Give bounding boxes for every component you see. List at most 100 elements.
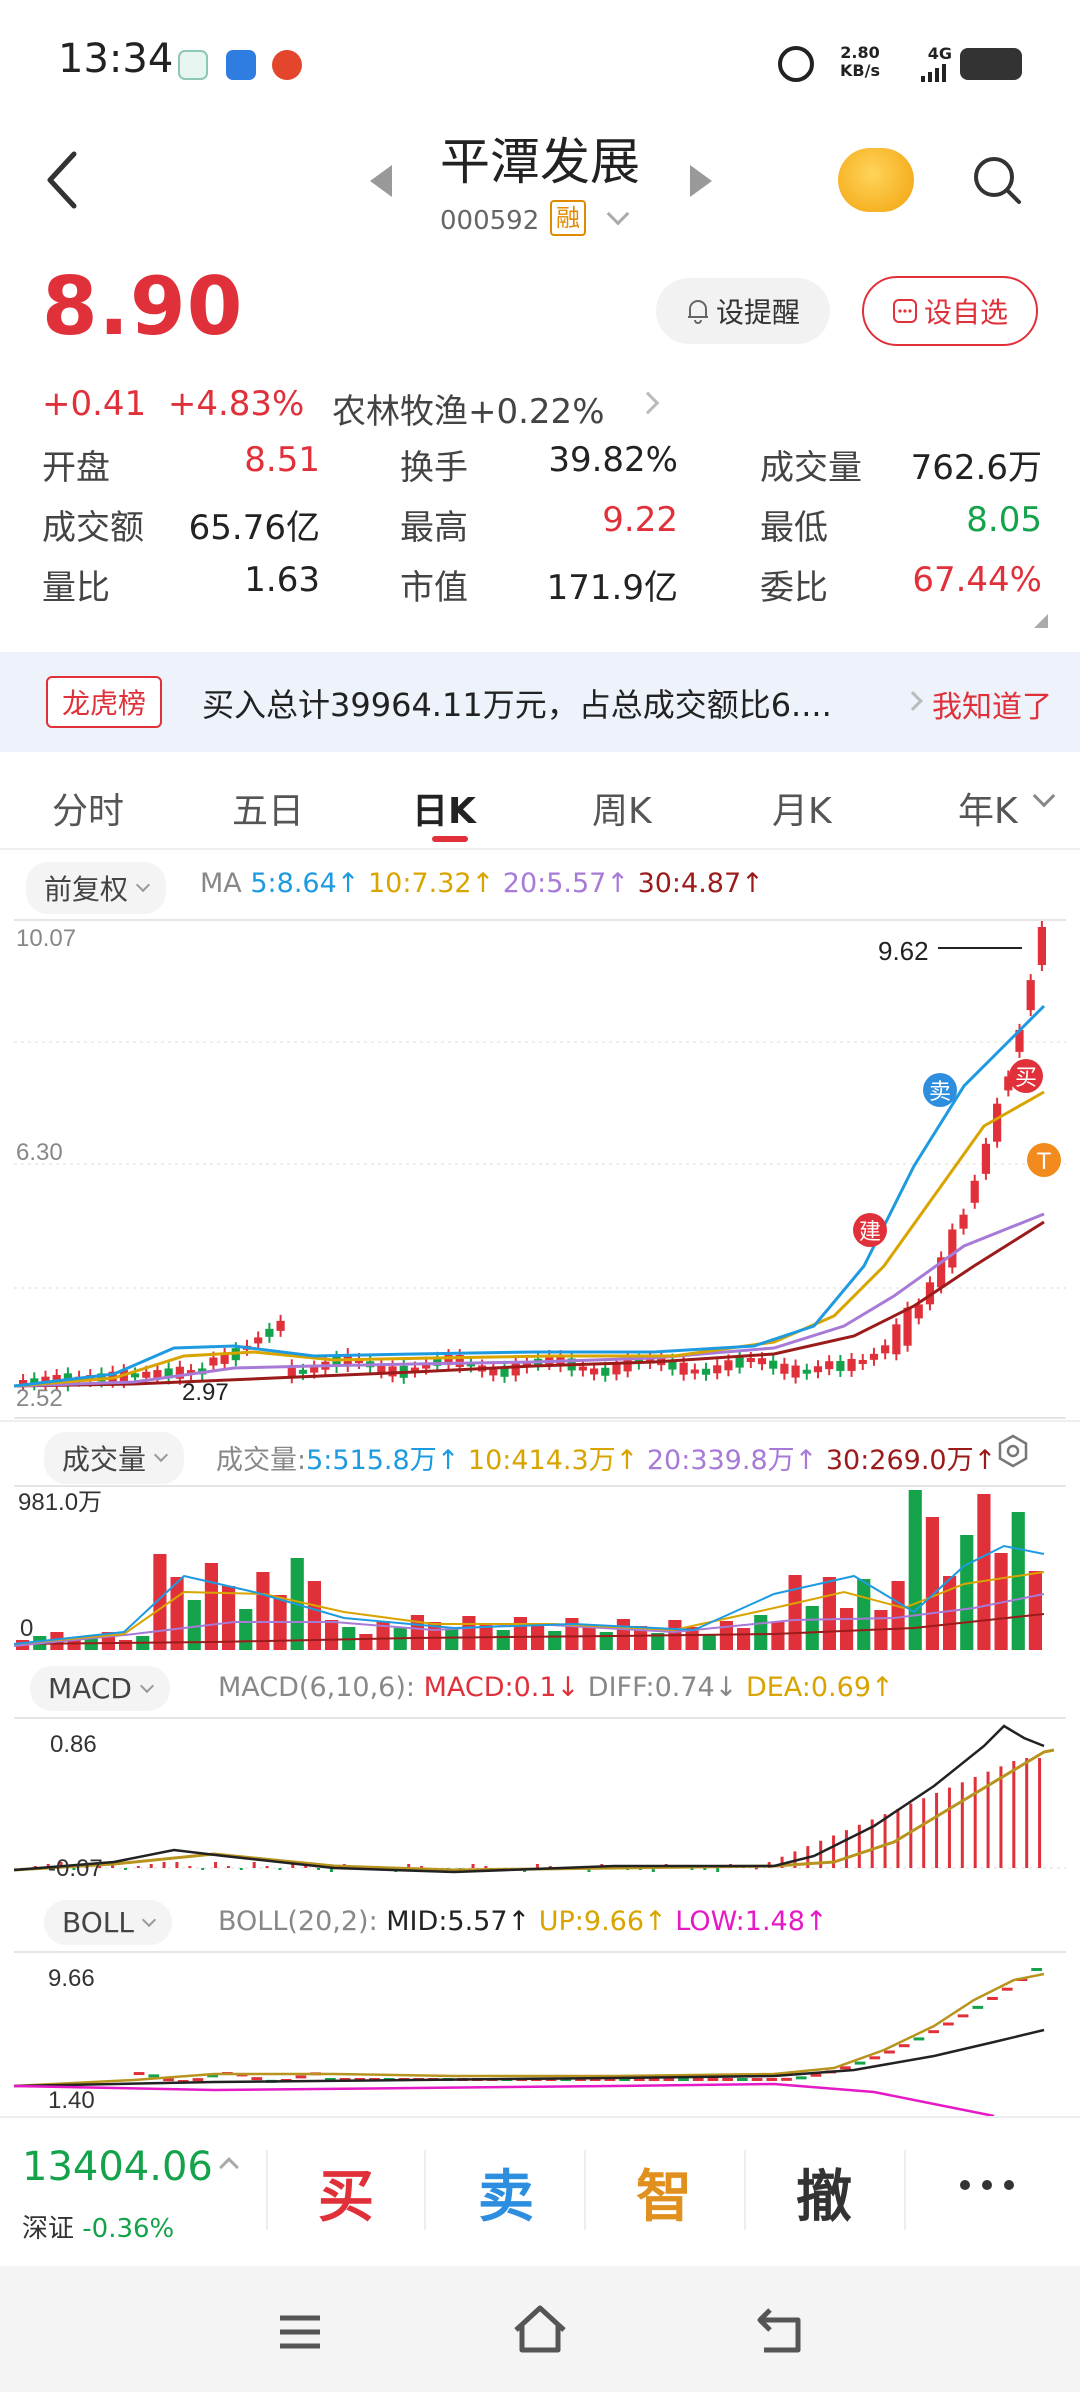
stats-row: 量比 1.63 市值 171.9亿 委比 67.44% [42, 560, 1042, 620]
stat-label: 委比 [760, 568, 828, 608]
settings-hex-icon[interactable] [996, 1434, 1030, 1468]
tab-intraday[interactable]: 分时 [52, 782, 124, 834]
alarm-icon [778, 46, 814, 82]
divider [0, 2116, 1080, 2118]
expand-corner-icon[interactable] [1034, 614, 1048, 628]
kline-chart[interactable]: 9.62 2.97 10.07 6.30 2.52 卖 买 建 T [14, 916, 1066, 1420]
volume-bar [788, 1575, 802, 1650]
candle [276, 1320, 285, 1331]
dragon-tiger-tag: 龙虎榜 [46, 676, 163, 728]
macd-legend: MACD(6,10,6): MACD:0.1↓ DIFF:0.74↓ DEA:0… [218, 1672, 894, 1703]
boll-chart[interactable]: 9.66 1.40 [14, 1950, 1066, 2116]
macd-dropdown[interactable]: MACD [30, 1666, 170, 1711]
sector-name: 农林牧渔 [332, 392, 468, 432]
macd-bar [716, 1868, 720, 1872]
search-icon[interactable] [972, 155, 1022, 205]
boll-candle [692, 2078, 704, 2081]
chevron-down-icon[interactable] [1032, 784, 1056, 808]
volume-bar [925, 1517, 939, 1650]
ma5-value: 5:8.64 [250, 868, 337, 899]
tab-daily-k[interactable]: 日K [412, 782, 476, 834]
adjust-dropdown[interactable]: 前复权 [26, 862, 167, 914]
sector-link[interactable]: 农林牧渔+0.22% [332, 384, 605, 433]
home-icon[interactable] [512, 2304, 568, 2356]
candle [892, 1324, 901, 1355]
divider [266, 2150, 268, 2230]
index-value[interactable]: 13404.06 [22, 2144, 213, 2190]
boll-candle [987, 1996, 998, 2000]
boll-candle [1031, 1968, 1042, 1971]
low-price-label: 2.97 [182, 1379, 229, 1406]
signal-icon [921, 64, 946, 82]
smart-button[interactable]: 智 [636, 2152, 692, 2233]
macd-bar [175, 1862, 179, 1868]
boll-candle [972, 2005, 984, 2009]
macd-bar [123, 1868, 127, 1870]
chevron-right-icon[interactable] [636, 391, 660, 415]
chevron-down-icon [153, 1447, 169, 1463]
watchlist-icon [892, 299, 917, 323]
tab-yearly-k[interactable]: 年K [958, 782, 1018, 834]
volume-bar [222, 1586, 236, 1650]
volume-chart[interactable]: 981.0万 0 [14, 1484, 1066, 1654]
boll-candle [840, 2066, 851, 2070]
macd-chart[interactable]: 0.86 -0.07 [14, 1716, 1066, 1888]
macd-bar [844, 1830, 848, 1868]
macd-bar [149, 1864, 153, 1868]
back-nav-icon[interactable] [756, 2306, 806, 2354]
dismiss-banner-button[interactable]: 我知道了 [932, 682, 1052, 726]
volume-bar [960, 1535, 974, 1650]
t-marker-label: T [1036, 1150, 1051, 1175]
set-alert-button[interactable]: 设提醒 [656, 278, 830, 344]
volume-bar [325, 1620, 339, 1650]
divider [0, 848, 1080, 850]
chevron-down-icon [141, 1912, 157, 1927]
tab-monthly-k[interactable]: 月K [772, 782, 832, 834]
macd-bar [265, 1866, 269, 1868]
network-type: 4G [927, 44, 952, 63]
divider [744, 2150, 746, 2230]
macd-bar [1012, 1761, 1016, 1868]
sell-marker-label: 卖 [929, 1080, 951, 1105]
volume-dropdown[interactable]: 成交量 [44, 1432, 185, 1484]
tab-five-day[interactable]: 五日 [232, 782, 304, 834]
stat-label: 量比 [42, 568, 110, 608]
macd-bar [471, 1864, 475, 1868]
stat-label: 成交量 [760, 448, 862, 488]
tab-weekly-k[interactable]: 周K [592, 782, 652, 834]
volume-bar [908, 1490, 922, 1650]
change-amount: +0.41 [42, 384, 147, 424]
boll-axis-bottom: 1.40 [48, 2087, 95, 2114]
mascot-icon[interactable] [838, 148, 914, 212]
candle [869, 1353, 879, 1360]
candle [746, 1358, 755, 1363]
boll-candle [898, 2044, 910, 2048]
add-favorite-button[interactable]: 设自选 [862, 276, 1038, 346]
menu-icon[interactable] [276, 2312, 324, 2352]
stat-label: 成交额 [42, 508, 144, 548]
boll-candle [766, 2078, 778, 2081]
chevron-down-icon [139, 1678, 155, 1693]
boll-candle [707, 2078, 719, 2081]
boll-candle [133, 2072, 145, 2076]
stats-row: 成交额 65.76亿 最高 9.22 最低 8.05 [42, 500, 1042, 560]
sell-button[interactable]: 卖 [478, 2152, 534, 2233]
volume-bar [754, 1615, 768, 1650]
buy-button[interactable]: 买 [318, 2152, 374, 2233]
current-price: 8.90 [42, 260, 244, 353]
cancel-order-button[interactable]: 撤 [796, 2152, 852, 2233]
chevron-down-icon[interactable] [606, 202, 630, 226]
chevron-up-icon[interactable] [219, 2157, 239, 2177]
ma10-value: 10:7.32 [367, 868, 472, 899]
macd-bar [252, 1862, 256, 1868]
macd-bar [1038, 1758, 1042, 1868]
candle [724, 1360, 733, 1371]
boll-dropdown[interactable]: BOLL [44, 1900, 172, 1945]
more-icon[interactable] [960, 2180, 1014, 2190]
margin-badge: 融 [550, 200, 586, 236]
ma-legend: MA 5:8.64↑ 10:7.32↑ 20:5.57↑ 30:4.87↑ [200, 868, 764, 899]
macd-axis-bottom: -0.07 [48, 1855, 103, 1882]
next-stock-icon[interactable] [690, 165, 712, 197]
volume-bar [565, 1618, 579, 1650]
boll-candle [913, 2037, 925, 2041]
